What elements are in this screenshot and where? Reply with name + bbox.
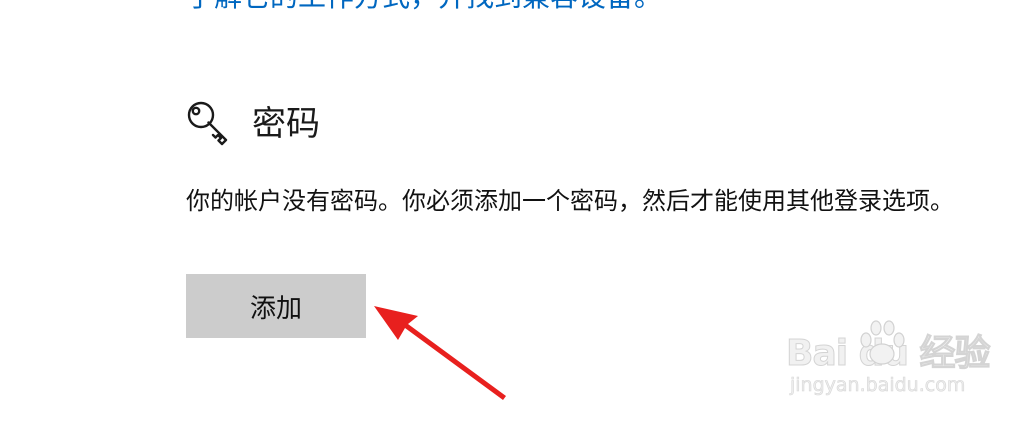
password-section-title: 密码 (252, 104, 320, 144)
add-password-button[interactable]: 添加 (186, 274, 366, 338)
watermark-url: jingyan.baidu.com (790, 374, 966, 397)
password-section-header: 密码 (186, 100, 320, 148)
key-icon (187, 101, 228, 146)
paw-icon (860, 320, 905, 365)
password-description: 你的帐户没有密码。你必须添加一个密码，然后才能使用其他登录选项。 (186, 187, 954, 215)
baidu-jingyan-watermark: Bai du 经验 jingyan.baidu.com (786, 318, 991, 408)
learn-more-link[interactable]: 了解它的工作方式，并找到兼容设备。 (186, 0, 662, 14)
red-arrow-icon (374, 306, 506, 400)
